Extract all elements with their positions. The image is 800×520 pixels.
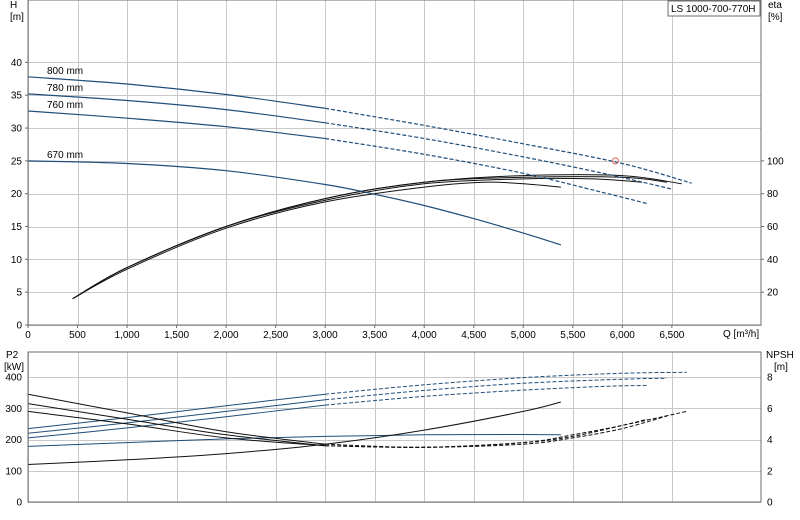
flow-tick-label: 4,500 — [461, 330, 486, 341]
npsh-tick-label: 2 — [767, 466, 773, 477]
head-tick-label: 20 — [11, 189, 23, 200]
flow-tick-label: 5,000 — [511, 330, 536, 341]
flow-tick-label: 4,000 — [412, 330, 437, 341]
power-tick-label: 400 — [5, 373, 22, 384]
head-tick-label: 10 — [11, 255, 23, 266]
flow-tick-label: 1,000 — [115, 330, 140, 341]
lower-plot-grid — [28, 352, 761, 503]
flow-tick-label: 6,500 — [659, 330, 684, 341]
efficiency-curve-4 — [72, 181, 561, 300]
efficiency-axis-label: eta — [768, 0, 782, 11]
head-tick-label: 15 — [11, 222, 23, 233]
npsh-axis-unit: [m] — [774, 362, 788, 373]
head-curve-1-dashed — [325, 107, 692, 184]
npsh-curve-3-dashed — [325, 418, 648, 448]
head-curve-label: 760 mm — [47, 100, 83, 111]
upper-plot-grid — [28, 0, 761, 326]
npsh-tick-label: 0 — [767, 498, 773, 509]
pump-performance-chart: 800 mm780 mm760 mm670 mm 051015202530354… — [4, 0, 794, 509]
head-axis-unit: [m] — [10, 12, 24, 23]
efficiency-tick-label: 40 — [767, 255, 779, 266]
flow-tick-label: 2,000 — [214, 330, 239, 341]
head-tick-label: 40 — [11, 58, 23, 69]
npsh-curve-4 — [27, 401, 562, 465]
npsh-tick-label: 6 — [767, 404, 773, 415]
power-tick-label: 100 — [5, 466, 22, 477]
flow-tick-label: 0 — [25, 330, 31, 341]
power-curve-3-solid — [27, 404, 326, 439]
head-curve-label: 780 mm — [47, 83, 83, 94]
flow-tick-label: 500 — [69, 330, 86, 341]
model-label: LS 1000-700-770H — [671, 4, 756, 15]
head-tick-label: 35 — [11, 91, 23, 102]
power-axis-label: P2 — [6, 350, 19, 361]
flow-tick-label: 1,500 — [164, 330, 189, 341]
power-curve-1-solid — [27, 393, 326, 430]
power-tick-label: 300 — [5, 404, 22, 415]
npsh-tick-label: 8 — [767, 373, 773, 384]
head-tick-label: 5 — [16, 288, 22, 299]
npsh-curve-1-solid — [27, 393, 326, 445]
efficiency-axis-unit: [%] — [768, 12, 783, 23]
head-axis-label: H — [10, 0, 17, 11]
flow-tick-label: 6,000 — [610, 330, 635, 341]
head-tick-label: 0 — [16, 321, 22, 332]
upper-plot-frame — [27, 0, 762, 326]
efficiency-tick-label: 60 — [767, 222, 779, 233]
npsh-curve-1-dashed — [325, 410, 687, 448]
flow-tick-label: 2,500 — [263, 330, 288, 341]
efficiency-tick-label: 80 — [767, 189, 779, 200]
head-tick-label: 30 — [11, 124, 23, 135]
head-curve-3-solid — [27, 110, 326, 140]
npsh-tick-label: 4 — [767, 435, 773, 446]
flow-tick-label: 3,500 — [362, 330, 387, 341]
power-tick-label: 200 — [5, 435, 22, 446]
head-tick-label: 25 — [11, 156, 23, 167]
flow-tick-label: 5,500 — [560, 330, 585, 341]
flow-tick-label: 3,000 — [313, 330, 338, 341]
efficiency-tick-label: 100 — [767, 156, 784, 167]
head-curve-label: 670 mm — [47, 150, 83, 161]
power-axis-unit: [kW] — [4, 362, 24, 373]
head-curve-4 — [27, 160, 562, 246]
power-tick-label: 0 — [16, 498, 22, 509]
lower-plot-curves — [27, 371, 687, 465]
duty-point-marker — [611, 157, 619, 165]
flow-axis-label: Q [m³/h] — [723, 329, 759, 340]
npsh-curve-2-dashed — [325, 415, 668, 448]
npsh-axis-label: NPSH — [766, 350, 794, 361]
head-curve-label: 800 mm — [47, 66, 83, 77]
efficiency-tick-label: 20 — [767, 288, 779, 299]
